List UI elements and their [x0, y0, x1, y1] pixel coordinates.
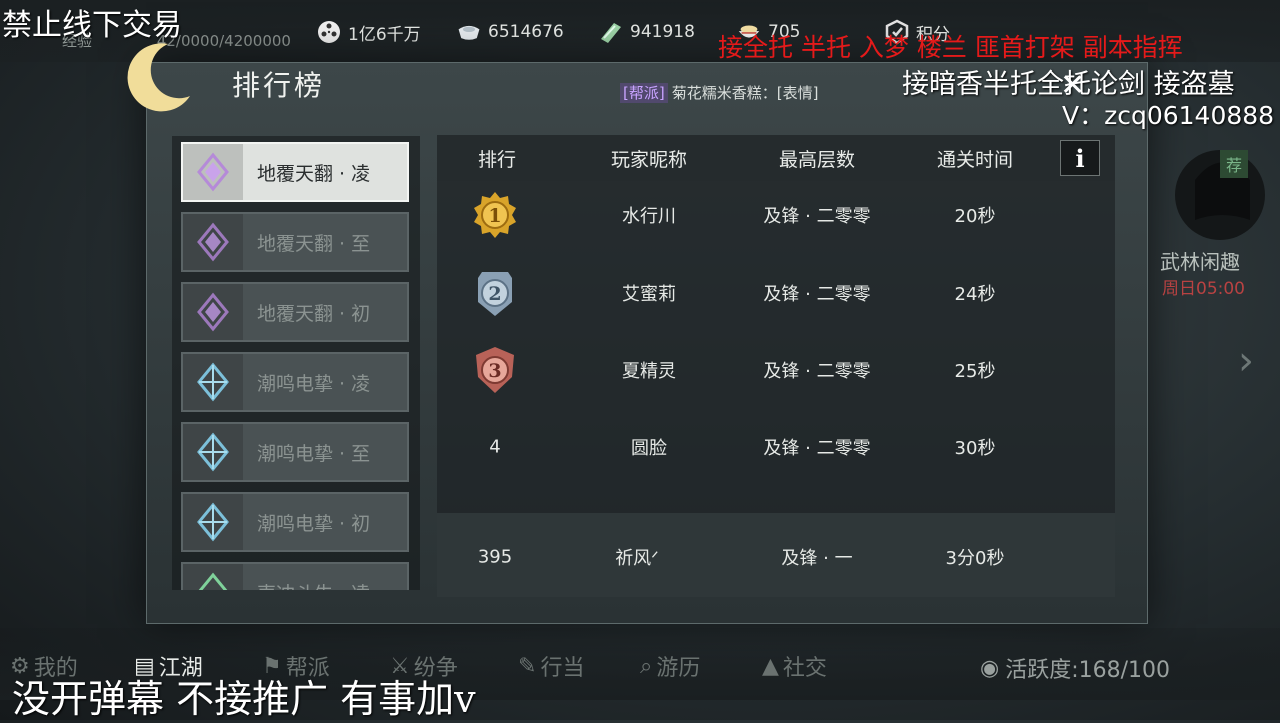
my-name: 祈风ᐟ	[615, 548, 659, 569]
blue-crystal-icon	[183, 494, 243, 550]
chevron-right-icon[interactable]: ›	[1238, 338, 1254, 384]
category-item[interactable]: 潮鸣电挚 · 凌	[181, 352, 409, 412]
recommend-tag: 荐	[1220, 150, 1248, 178]
column-header-time: 通关时间	[936, 149, 1014, 171]
player-name[interactable]: 艾蜜莉	[622, 280, 676, 306]
purple-crystal-icon	[183, 284, 243, 340]
blue-crystal-icon	[183, 354, 243, 410]
blue-crystal-icon	[183, 424, 243, 480]
activity-meter[interactable]: ◉ 活跃度:168/100	[980, 652, 1170, 684]
magnifier-icon: ⌕	[640, 653, 653, 679]
dungeon-category-list[interactable]: 地覆天翻 · 凌 地覆天翻 · 至 地覆天翻 · 初 潮鸣电挚 · 凌 潮鸣电挚…	[172, 136, 420, 590]
highest-floor: 及锋 · 二零零	[763, 284, 871, 305]
nav-label: 社交	[782, 656, 827, 681]
brush-icon: ✎	[518, 653, 537, 679]
overlay-no-offline-trade: 禁止线下交易	[2, 8, 182, 43]
chat-message: 菊花糯米香糕：[表情]	[671, 84, 819, 102]
category-label: 地覆天翻 · 凌	[257, 162, 371, 185]
category-item[interactable]: 地覆天翻 · 初	[181, 282, 409, 342]
resource-jade[interactable]: 941918	[598, 18, 695, 46]
category-label: 声冲斗牛 · 凌	[257, 579, 370, 591]
info-button[interactable]: i	[1060, 140, 1100, 176]
category-label: 地覆天翻 · 至	[257, 232, 371, 255]
player-name[interactable]: 水行川	[622, 202, 676, 228]
nav-label: 游历	[656, 656, 701, 681]
clear-time: 30秒	[954, 438, 996, 459]
category-item[interactable]: 潮鸣电挚 · 至	[181, 422, 409, 482]
weekly-event-title[interactable]: 武林闲趣	[1160, 246, 1240, 275]
chat-channel-tag: [帮派]	[620, 83, 668, 103]
player-name[interactable]: 夏精灵	[622, 357, 676, 383]
purple-crystal-icon	[183, 144, 243, 200]
jade-token-icon	[598, 19, 624, 45]
ranking-table: 排行 玩家昵称 最高层数 通关时间 i 1 水行川 及锋 · 二零零 20秒 2…	[437, 135, 1115, 597]
svg-text:3: 3	[488, 360, 501, 382]
clear-time: 20秒	[954, 206, 996, 227]
bronze-medal-icon: 3	[476, 347, 514, 393]
weekly-event-time: 周日05:00	[1162, 279, 1245, 299]
category-item[interactable]: 潮鸣电挚 · 初	[181, 492, 409, 552]
column-header-name: 玩家昵称	[610, 149, 688, 171]
column-header-rank: 排行	[477, 149, 517, 171]
silver-medal-icon: 2	[478, 272, 512, 316]
activity-icon: ◉	[980, 655, 1000, 681]
resource-silver[interactable]: 6514676	[456, 18, 564, 46]
gold-medal-icon: 1	[474, 192, 516, 238]
resource-value: 6514676	[488, 22, 564, 42]
clear-time: 24秒	[954, 284, 996, 305]
mountains-icon: ▲	[762, 653, 779, 679]
highest-floor: 及锋 · 二零零	[763, 361, 871, 382]
highest-floor: 及锋 · 二零零	[763, 438, 871, 459]
table-header: 排行 玩家昵称 最高层数 通关时间 i	[437, 135, 1115, 181]
guild-chat-ticker[interactable]: [帮派] 菊花糯米香糕：[表情]	[620, 82, 818, 103]
svg-text:1: 1	[488, 205, 501, 227]
silver-ingot-icon	[456, 19, 482, 45]
my-ranking-row: 395 祈风ᐟ 及锋 · 一 3分0秒	[437, 513, 1115, 597]
resource-value: 1亿6千万	[348, 24, 421, 45]
svg-text:2: 2	[488, 283, 501, 305]
activity-label: 活跃度:168/100	[1005, 658, 1171, 683]
clear-time: 25秒	[954, 361, 996, 382]
category-label: 潮鸣电挚 · 至	[257, 442, 371, 465]
category-item[interactable]: 声冲斗牛 · 凌	[181, 562, 409, 590]
crescent-moon-icon	[127, 43, 190, 112]
overlay-service-banner: 接全托 半托 入梦 楼兰 匪首打架 副本指挥	[718, 33, 1183, 62]
nav-item-travel[interactable]: ⌕ 游历	[640, 650, 700, 682]
category-label: 地覆天翻 · 初	[257, 302, 371, 325]
overlay-bottom-notice: 没开弹幕 不接推广 有事加v	[12, 677, 476, 721]
nav-item-social[interactable]: ▲ 社交	[762, 650, 827, 682]
category-item[interactable]: 地覆天翻 · 凌	[181, 142, 409, 202]
resource-value: 941918	[630, 22, 695, 42]
category-label: 潮鸣电挚 · 初	[257, 512, 371, 535]
green-crystal-icon	[183, 564, 243, 590]
film-reel-icon	[316, 19, 342, 45]
player-name[interactable]: 圆脸	[631, 434, 667, 460]
column-header-floor: 最高层数	[778, 149, 856, 171]
page-title: 排行榜	[232, 69, 326, 102]
nav-item-profession[interactable]: ✎ 行当	[518, 650, 584, 682]
purple-crystal-icon	[183, 214, 243, 270]
my-time: 3分0秒	[945, 548, 1005, 569]
rank-number: 4	[489, 436, 501, 458]
resource-coins[interactable]: 1亿6千万	[316, 18, 421, 46]
nav-label: 行当	[540, 656, 585, 681]
highest-floor: 及锋 · 二零零	[763, 206, 871, 227]
my-floor: 及锋 · 一	[781, 548, 853, 569]
my-rank: 395	[477, 546, 513, 568]
overlay-contact: V：zcq06140888	[1062, 101, 1275, 130]
category-item[interactable]: 地覆天翻 · 至	[181, 212, 409, 272]
category-label: 潮鸣电挚 · 凌	[257, 372, 371, 395]
